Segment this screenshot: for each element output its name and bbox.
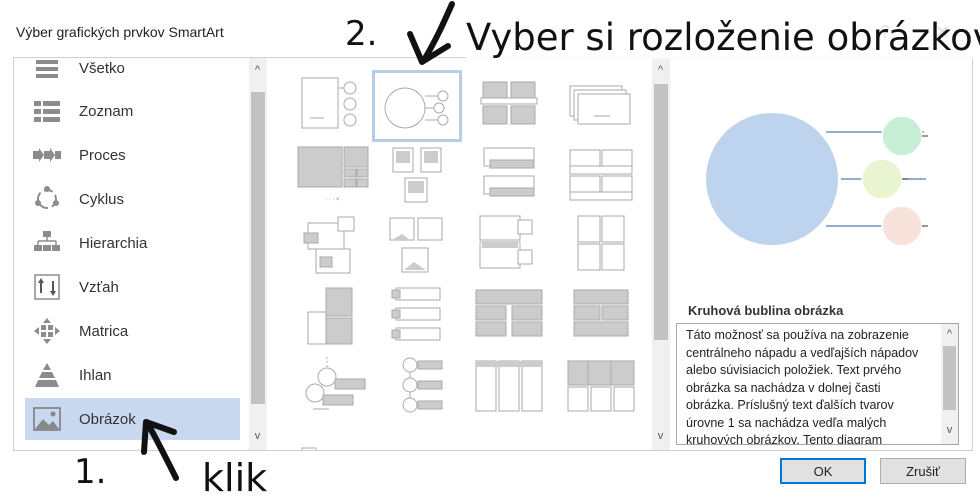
scroll-up-icon[interactable]: ^ — [941, 328, 958, 340]
category-list: Všetko Zoznam Proces Cyklus Hierarchia V… — [15, 58, 247, 450]
layout-thumbnail[interactable] — [288, 210, 378, 282]
layout-thumbnail[interactable] — [464, 420, 554, 450]
relationship-icon — [33, 273, 61, 301]
preview-bubble — [881, 205, 923, 247]
annotation-arrow-down-icon — [407, 1, 455, 65]
category-process[interactable]: Proces — [25, 134, 240, 176]
annotation-instruction: Vyber si rozloženie obrázkov — [466, 16, 980, 59]
annotation-step2: 2. — [345, 14, 378, 54]
category-label: Všetko — [79, 59, 125, 77]
gallery-scrollbar[interactable]: ^ v — [652, 58, 670, 450]
layout-thumbnail[interactable] — [556, 138, 646, 210]
scroll-thumb[interactable] — [654, 84, 668, 340]
layout-thumbnail[interactable] — [556, 280, 646, 352]
category-label: Ihlan — [79, 366, 112, 384]
preview-main-circle — [706, 113, 838, 245]
dialog-title: Výber grafických prvkov SmartArt — [16, 24, 224, 40]
category-pyramid[interactable]: Ihlan — [25, 354, 240, 396]
layout-thumbnail[interactable] — [286, 280, 376, 352]
category-scrollbar[interactable]: ^ v — [249, 58, 267, 450]
annotation-arrow-up-icon — [141, 419, 179, 481]
layout-thumbnail[interactable] — [372, 350, 462, 422]
category-label: Hierarchia — [79, 234, 148, 252]
category-all[interactable]: Všetko — [25, 58, 240, 89]
scroll-up-icon[interactable]: ^ — [249, 64, 266, 76]
preview-diagram — [706, 113, 928, 247]
layout-thumbnail[interactable] — [372, 138, 462, 210]
scroll-down-icon[interactable]: v — [249, 430, 266, 442]
layout-description: Táto možnosť sa používa na zobrazenie ce… — [686, 328, 919, 445]
description-scrollbar[interactable]: ^ v — [941, 324, 958, 444]
layout-thumbnail[interactable] — [286, 420, 376, 450]
layout-thumbnail[interactable] — [464, 208, 554, 280]
hierarchy-icon — [33, 229, 61, 257]
cancel-button[interactable]: Zrušiť — [880, 458, 966, 484]
category-cycle[interactable]: Cyklus — [25, 178, 240, 220]
all-icon — [33, 58, 61, 82]
layout-name: Kruhová bublina obrázka — [688, 303, 844, 318]
matrix-icon — [33, 317, 61, 345]
layout-thumbnail-picture-circle-bubble[interactable] — [372, 70, 462, 142]
preview-bubble — [881, 115, 923, 157]
scroll-down-icon[interactable]: v — [652, 430, 669, 442]
category-picture[interactable]: Obrázok — [25, 398, 240, 440]
layout-thumbnail[interactable] — [556, 68, 646, 140]
category-matrix[interactable]: Matrica — [25, 310, 240, 352]
category-label: Zoznam — [79, 102, 134, 120]
category-list-item[interactable]: Zoznam — [25, 90, 240, 132]
layout-thumbnail[interactable] — [464, 138, 554, 210]
layout-thumbnail[interactable] — [372, 280, 462, 352]
scroll-thumb[interactable] — [943, 346, 956, 410]
layout-description-box[interactable]: Táto možnosť sa používa na zobrazenie ce… — [676, 323, 959, 445]
category-label: Obrázok — [79, 410, 136, 428]
layout-gallery: · · · × — [276, 58, 650, 450]
layout-thumbnail[interactable] — [464, 350, 554, 422]
layout-thumbnail[interactable] — [556, 208, 646, 280]
ok-button[interactable]: OK — [780, 458, 866, 484]
annotation-step1: 1. — [74, 452, 107, 492]
preview-bubble — [861, 158, 903, 200]
scroll-down-icon[interactable]: v — [941, 424, 958, 436]
layout-thumbnail[interactable] — [372, 208, 462, 280]
layout-thumbnail[interactable] — [556, 350, 646, 422]
scroll-up-icon[interactable]: ^ — [652, 64, 669, 76]
pyramid-icon — [33, 361, 61, 389]
category-label: Matrica — [79, 322, 129, 340]
process-icon — [33, 141, 61, 169]
layout-thumbnail[interactable] — [286, 68, 376, 140]
cycle-icon — [33, 185, 61, 213]
category-label: Vzťah — [79, 278, 119, 296]
category-label: Proces — [79, 146, 126, 164]
list-icon — [33, 97, 61, 125]
annotation-click: klik — [202, 456, 268, 500]
svg-text:· · · ×: · · · × — [325, 197, 340, 203]
layout-thumbnail[interactable] — [556, 420, 646, 450]
layout-thumbnail[interactable] — [286, 350, 376, 422]
layout-thumbnail[interactable] — [372, 420, 462, 450]
scroll-thumb[interactable] — [251, 92, 265, 404]
category-hierarchy[interactable]: Hierarchia — [25, 222, 240, 264]
picture-icon — [33, 405, 61, 433]
layout-thumbnail[interactable]: · · · × — [288, 138, 378, 210]
layout-thumbnail[interactable] — [464, 68, 554, 140]
category-relationship[interactable]: Vzťah — [25, 266, 240, 308]
category-label: Cyklus — [79, 190, 125, 208]
layout-thumbnail[interactable] — [464, 280, 554, 352]
